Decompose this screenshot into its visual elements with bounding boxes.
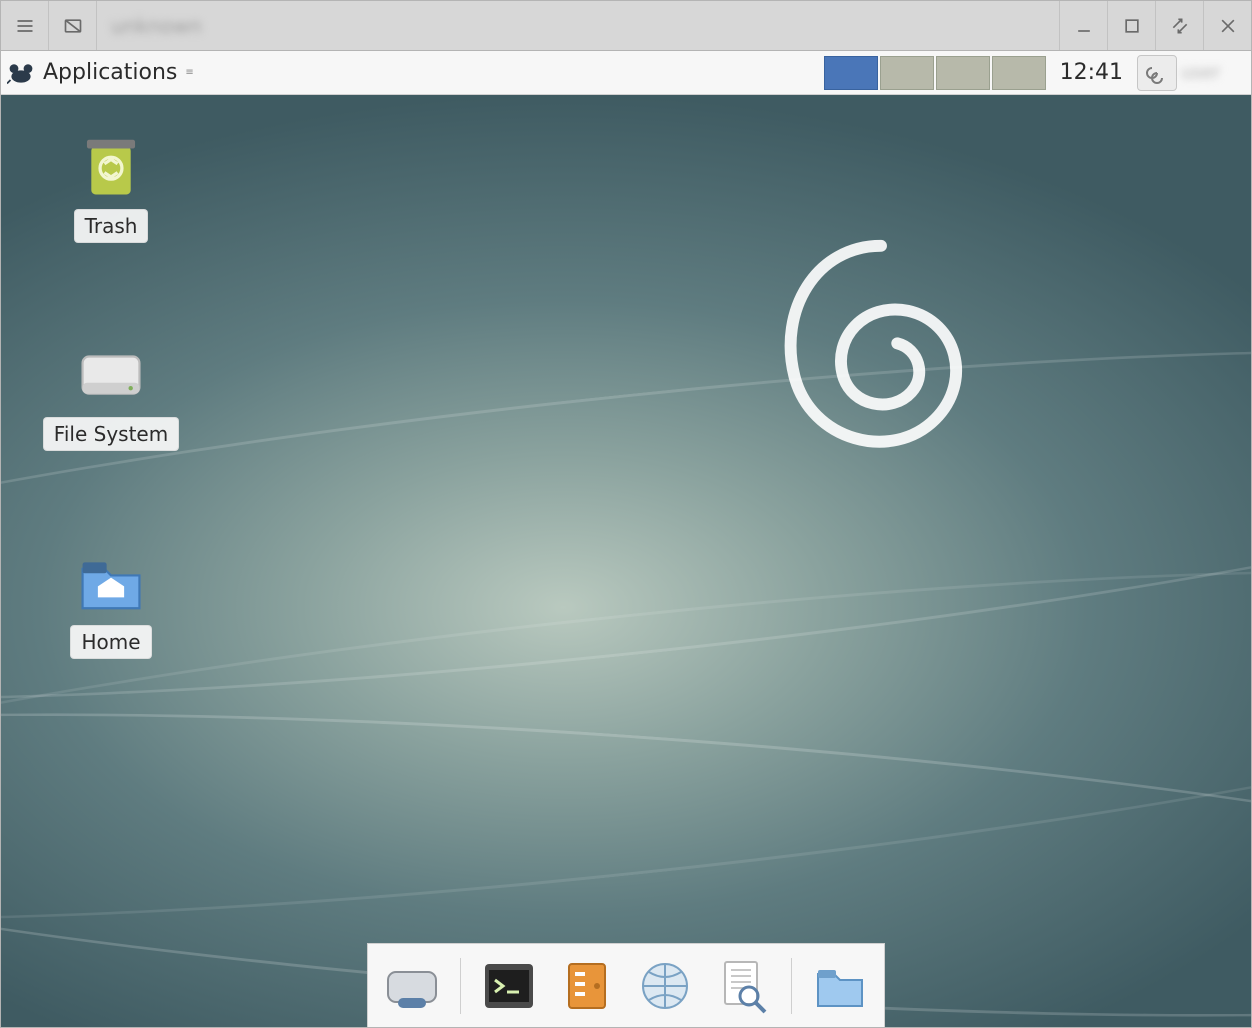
folder-launcher[interactable] [810, 956, 870, 1016]
trash-icon [76, 135, 146, 197]
desktop-icon-label: File System [43, 417, 179, 451]
host-window: unknown Applications ≡ [0, 0, 1252, 1028]
workspace-3[interactable] [936, 56, 990, 90]
document-search-launcher[interactable] [713, 956, 773, 1016]
applications-label: Applications [43, 60, 177, 85]
desktop-icons-area: Trash File System Home [41, 135, 181, 659]
workspace-4[interactable] [992, 56, 1046, 90]
desktop-icon-filesystem[interactable]: File System [41, 343, 181, 451]
xfce-mouse-icon [7, 59, 35, 87]
workspace-switcher[interactable] [820, 52, 1050, 94]
guest-desktop: Applications ≡ 12:41 user [1, 51, 1251, 1027]
panel-clock[interactable]: 12:41 [1050, 60, 1133, 85]
terminal-launcher[interactable] [479, 956, 539, 1016]
host-titlebar: unknown [1, 1, 1251, 51]
web-browser-launcher[interactable] [635, 956, 695, 1016]
network-tray-icon[interactable] [1137, 55, 1177, 91]
menu-indicator-icon: ≡ [185, 69, 191, 77]
screen-mode-button[interactable] [49, 1, 97, 50]
workspace-2[interactable] [880, 56, 934, 90]
session-username[interactable]: user [1181, 62, 1251, 83]
dock-separator [460, 958, 461, 1014]
hamburger-menu-button[interactable] [1, 1, 49, 50]
file-manager-launcher[interactable] [557, 956, 617, 1016]
maximize-button[interactable] [1107, 1, 1155, 50]
desktop-icon-home[interactable]: Home [41, 551, 181, 659]
harddrive-icon [76, 343, 146, 405]
applications-menu-button[interactable]: Applications ≡ [1, 51, 202, 94]
fullscreen-button[interactable] [1155, 1, 1203, 50]
desktop-wallpaper[interactable]: Trash File System Home [1, 95, 1251, 1027]
close-button[interactable] [1203, 1, 1251, 50]
desktop-icon-label: Home [70, 625, 151, 659]
bottom-dock [367, 943, 885, 1027]
debian-swirl-icon [771, 235, 991, 495]
desktop-icon-label: Trash [74, 209, 149, 243]
dock-separator [791, 958, 792, 1014]
workspace-1[interactable] [824, 56, 878, 90]
show-desktop-button[interactable] [382, 956, 442, 1016]
home-folder-icon [76, 551, 146, 613]
desktop-icon-trash[interactable]: Trash [41, 135, 181, 243]
minimize-button[interactable] [1059, 1, 1107, 50]
top-panel: Applications ≡ 12:41 user [1, 51, 1251, 95]
host-window-title: unknown [97, 1, 1059, 50]
